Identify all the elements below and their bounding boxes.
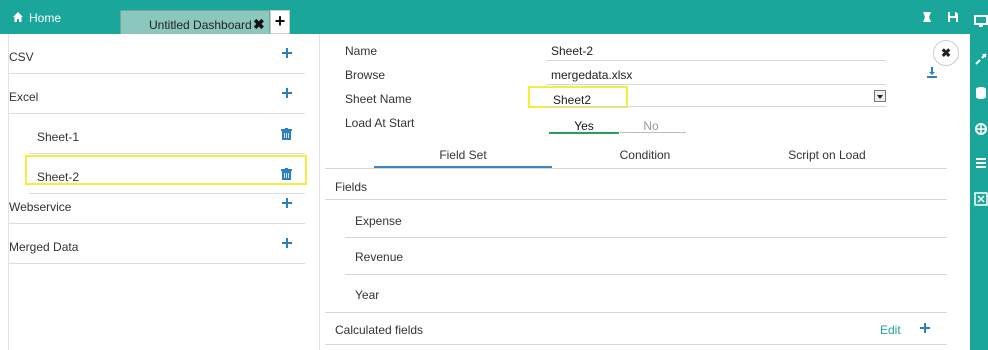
sheet-label: Sheet-1: [37, 130, 80, 144]
bottom-divider: [325, 344, 947, 345]
field-row-year[interactable]: Year: [355, 288, 379, 302]
edit-calculated-link[interactable]: Edit: [880, 323, 901, 337]
close-panel-button[interactable]: ✖: [933, 40, 959, 66]
tab-field-set[interactable]: Field Set: [375, 148, 551, 162]
load-no-option[interactable]: No: [618, 119, 684, 133]
source-item-webservice[interactable]: Webservice: [9, 184, 305, 224]
source-label: Excel: [9, 90, 39, 104]
database-icon[interactable]: [974, 86, 988, 100]
field-row-revenue[interactable]: Revenue: [355, 250, 403, 264]
calc-divider: [325, 312, 947, 313]
fields-divider: [325, 199, 947, 200]
top-bar: Home Untitled Dashboard ✖ +: [0, 0, 988, 34]
tab-script-on-load[interactable]: Script on Load: [739, 148, 915, 162]
trash-icon[interactable]: [281, 128, 292, 140]
source-item-csv[interactable]: CSV: [9, 34, 305, 74]
yes-active-bar: [549, 132, 619, 134]
plus-icon[interactable]: [281, 87, 293, 99]
source-label: Merged Data: [9, 240, 79, 254]
sheet-name-select[interactable]: Sheet2: [553, 93, 591, 107]
no-inactive-bar: [620, 132, 686, 133]
right-toolbar: [970, 0, 988, 350]
field-row-expense[interactable]: Expense: [355, 214, 402, 228]
source-item-excel[interactable]: Excel: [9, 74, 305, 114]
download-icon[interactable]: [926, 66, 938, 78]
name-underline: [546, 60, 886, 61]
name-field[interactable]: Sheet-2: [551, 44, 593, 58]
home-label: Home: [29, 11, 62, 25]
row-divider: [345, 274, 947, 275]
sheet-name-underline: [546, 106, 886, 107]
list-icon[interactable]: [974, 156, 988, 170]
data-source-panel: CSV Excel Sheet-1 Sheet-2 Webservice Mer…: [8, 34, 320, 350]
add-tab-button[interactable]: +: [270, 10, 290, 34]
home-icon: [13, 12, 23, 22]
globe-icon[interactable]: [974, 122, 988, 136]
name-label: Name: [345, 44, 378, 58]
tab-label: Untitled Dashboard: [149, 18, 252, 32]
save-icon[interactable]: [946, 10, 960, 24]
plus-icon[interactable]: [281, 197, 293, 209]
source-label: CSV: [9, 50, 34, 64]
tabs-divider: [325, 168, 947, 169]
load-at-start-label: Load At Start: [345, 116, 415, 130]
plus-icon[interactable]: [281, 237, 293, 249]
monitor-icon[interactable]: [974, 14, 988, 28]
tab-condition[interactable]: Condition: [557, 148, 733, 162]
home-button[interactable]: Home: [0, 0, 120, 34]
selection-highlight: [25, 155, 307, 185]
expand-icon[interactable]: [974, 52, 988, 66]
sheet-item-sheet-1[interactable]: Sheet-1: [29, 114, 305, 154]
source-item-merged-data[interactable]: Merged Data: [9, 224, 305, 264]
plus-icon[interactable]: [281, 47, 293, 59]
user-icon[interactable]: [920, 10, 934, 24]
formula-icon[interactable]: [974, 192, 988, 206]
calculated-fields-header: Calculated fields: [335, 323, 424, 337]
browse-label: Browse: [345, 68, 386, 82]
load-yes-option[interactable]: Yes: [551, 119, 617, 133]
fields-header: Fields: [335, 180, 368, 194]
row-divider: [345, 237, 947, 238]
dropdown-arrow-icon[interactable]: [874, 90, 886, 102]
tab-untitled-dashboard[interactable]: Untitled Dashboard ✖: [120, 10, 270, 34]
plus-icon[interactable]: [919, 322, 931, 334]
settings-tabs: Field Set Condition Script on Load: [325, 148, 945, 168]
sheet-name-label: Sheet Name: [345, 92, 412, 106]
source-label: Webservice: [9, 200, 72, 214]
browse-file-field[interactable]: mergedata.xlsx: [551, 68, 632, 82]
tab-close-icon[interactable]: ✖: [253, 16, 265, 33]
browse-underline: [546, 84, 886, 85]
